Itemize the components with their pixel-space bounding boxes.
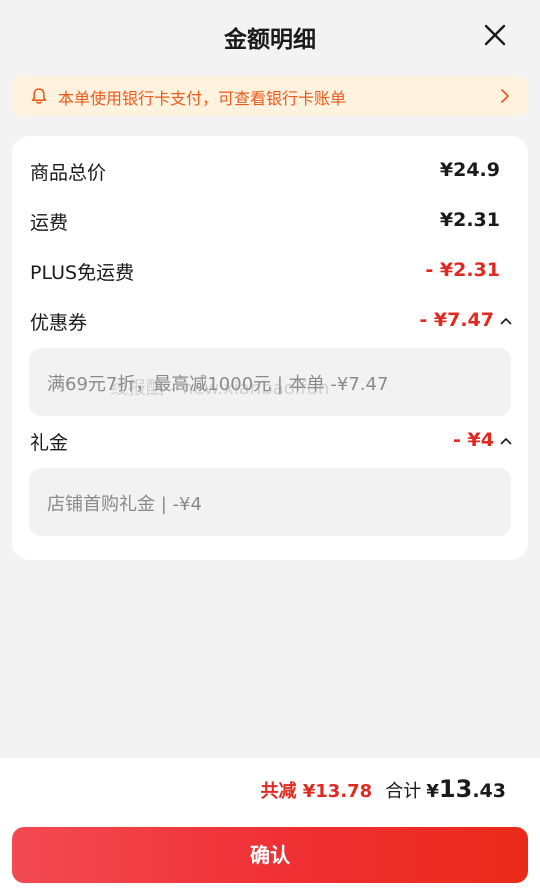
goods-total-value: ¥24.9 bbox=[439, 159, 500, 181]
sum-label: 合计 bbox=[385, 781, 422, 802]
totals-summary: 共减 ¥13.78 合计 ¥13.43 bbox=[260, 775, 506, 805]
gift-detail-box: 店铺首购礼金 | -¥4 bbox=[29, 468, 511, 536]
shipping-label: 运费 bbox=[30, 212, 69, 234]
shipping-row: 运费 ¥2.31 bbox=[30, 208, 512, 238]
footer-bar: 共减 ¥13.78 合计 ¥13.43 确认 bbox=[0, 758, 540, 896]
close-button[interactable] bbox=[480, 20, 510, 50]
chevron-up-icon[interactable] bbox=[500, 437, 512, 445]
coupon-detail-text: 满69元7折，最高减1000元 | 本单 -¥7.47 bbox=[47, 374, 389, 395]
amount-card: 商品总价 ¥24.9 运费 ¥2.31 PLUS免运费 - ¥2.31 优惠券 … bbox=[12, 136, 528, 560]
sheet-header: 金额明细 bbox=[0, 0, 540, 72]
gift-label: 礼金 bbox=[30, 432, 69, 454]
sum-decimal: .43 bbox=[472, 780, 506, 802]
plus-free-shipping-label: PLUS免运费 bbox=[30, 262, 135, 284]
bell-icon bbox=[31, 88, 47, 104]
goods-total-label: 商品总价 bbox=[30, 162, 107, 184]
confirm-button[interactable]: 确认 bbox=[12, 827, 528, 883]
gift-value: - ¥4 bbox=[453, 429, 494, 451]
coupon-label: 优惠券 bbox=[30, 312, 88, 334]
coupon-row[interactable]: 优惠券 - ¥7.47 bbox=[30, 308, 512, 338]
total-saved: 共减 ¥13.78 bbox=[260, 781, 373, 802]
shipping-value: ¥2.31 bbox=[439, 209, 500, 231]
plus-free-shipping-row: PLUS免运费 - ¥2.31 bbox=[30, 258, 512, 288]
page-title: 金额明细 bbox=[224, 27, 316, 53]
chevron-right-icon bbox=[501, 89, 509, 103]
coupon-value: - ¥7.47 bbox=[419, 309, 494, 331]
sum-integer: 13 bbox=[438, 775, 473, 803]
gift-row[interactable]: 礼金 - ¥4 bbox=[30, 428, 512, 458]
gift-detail-text: 店铺首购礼金 | -¥4 bbox=[47, 494, 202, 515]
goods-total-row: 商品总价 ¥24.9 bbox=[30, 158, 512, 188]
amount-detail-sheet: 金额明细 本单使用银行卡支付，可查看银行卡账单 商品总价 ¥24.9 运费 ¥2… bbox=[0, 0, 540, 896]
payment-notice-banner[interactable]: 本单使用银行卡支付，可查看银行卡账单 bbox=[12, 76, 528, 116]
close-icon bbox=[484, 24, 506, 46]
notice-text: 本单使用银行卡支付，可查看银行卡账单 bbox=[58, 89, 347, 108]
chevron-up-icon[interactable] bbox=[500, 317, 512, 325]
coupon-detail-box: 满69元7折，最高减1000元 | 本单 -¥7.47 bbox=[29, 348, 511, 416]
sum-currency: ¥ bbox=[426, 781, 439, 802]
plus-free-shipping-value: - ¥2.31 bbox=[425, 259, 500, 281]
